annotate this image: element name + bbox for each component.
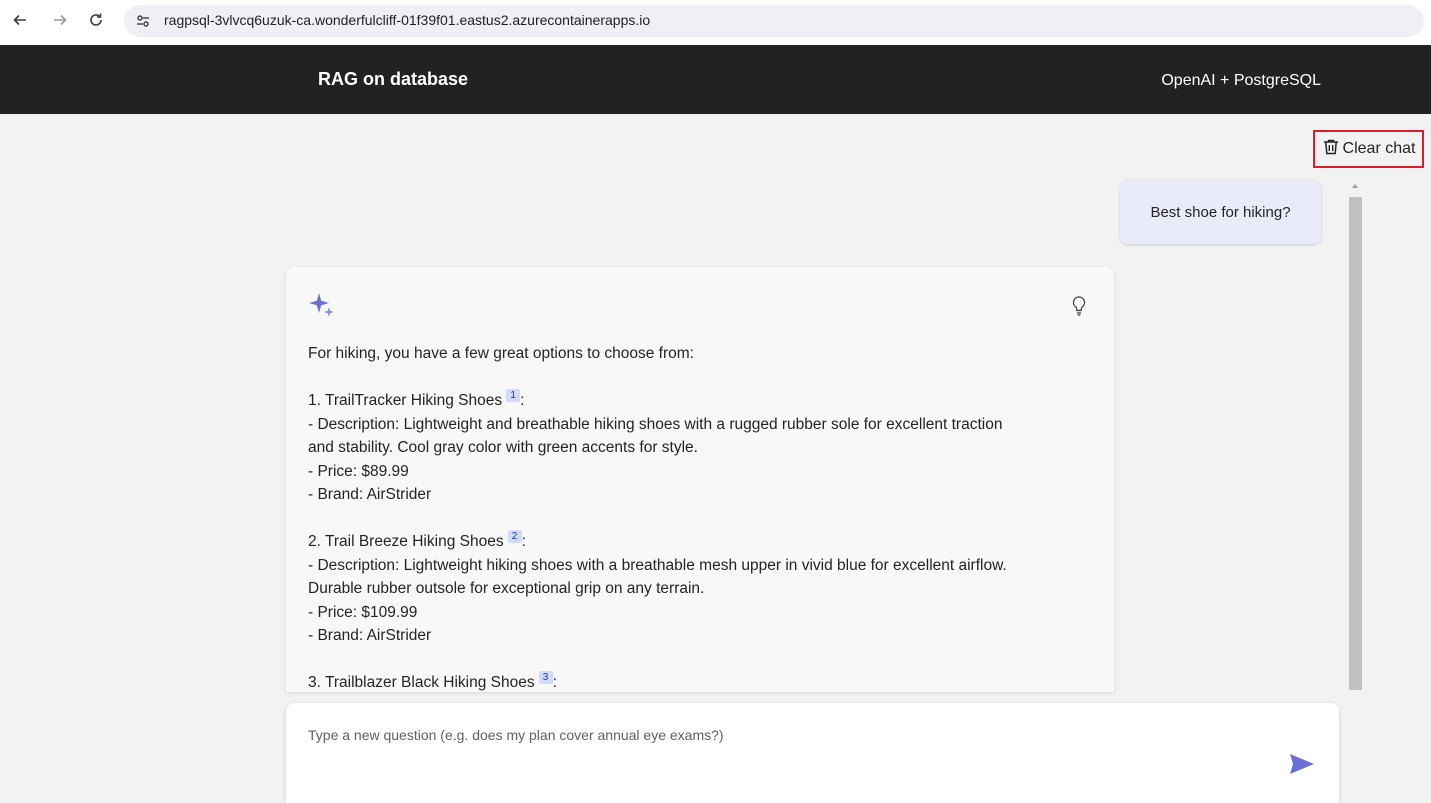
answer-item-title: 1. TrailTracker Hiking Shoes 1:	[308, 389, 525, 409]
citation-badge[interactable]: 1	[506, 389, 521, 402]
citation-badge[interactable]: 2	[507, 530, 522, 543]
answer-item-brand: - Brand: AirStrider	[308, 486, 432, 503]
citation-badge[interactable]: 3	[538, 671, 553, 684]
chat-scrollbar[interactable]	[1348, 182, 1363, 690]
answer-item-brand: - Brand: AirStrider	[308, 627, 432, 644]
address-bar[interactable]: ragpsql-3vlvcq6uzuk-ca.wonderfulcliff-01…	[124, 5, 1424, 37]
question-input-container	[286, 703, 1339, 803]
browser-toolbar: ragpsql-3vlvcq6uzuk-ca.wonderfulcliff-01…	[0, 0, 1431, 45]
send-icon[interactable]	[1289, 753, 1315, 775]
forward-arrow-icon[interactable]	[48, 8, 72, 32]
answer-item-price: - Price: $89.99	[308, 462, 409, 480]
clear-chat-button[interactable]: Clear chat	[1313, 130, 1424, 168]
answer-item-description: Durable rubber outsole for exceptional g…	[308, 580, 705, 597]
clear-chat-label: Clear chat	[1342, 140, 1416, 157]
answer-text: For hiking, you have a few great options…	[308, 342, 1098, 692]
question-input[interactable]	[306, 725, 1260, 769]
sparkle-icon	[309, 293, 334, 317]
answer-intro: For hiking, you have a few great options…	[308, 345, 694, 362]
answer-item-title: 2. Trail Breeze Hiking Shoes 2:	[308, 530, 526, 550]
back-arrow-icon[interactable]	[8, 8, 32, 32]
app-title: RAG on database	[318, 69, 469, 89]
app-subtitle: OpenAI + PostgreSQL	[1161, 72, 1321, 89]
lightbulb-icon[interactable]	[1070, 295, 1088, 317]
answer-item-price: - Price: $109.99	[308, 603, 418, 621]
reload-icon[interactable]	[84, 8, 108, 32]
answer-item-title: 3. Trailblazer Black Hiking Shoes 3:	[308, 671, 557, 691]
url-text: ragpsql-3vlvcq6uzuk-ca.wonderfulcliff-01…	[164, 12, 651, 28]
app-header: RAG on database OpenAI + PostgreSQL	[0, 45, 1431, 114]
user-message-text: Best shoe for hiking?	[1150, 203, 1291, 221]
user-message-bubble: Best shoe for hiking?	[1120, 180, 1321, 244]
scroll-up-arrow-icon[interactable]	[1352, 184, 1358, 188]
answer-item-description: and stability. Cool gray color with gree…	[308, 439, 698, 456]
trash-icon	[1322, 138, 1340, 161]
site-settings-icon[interactable]	[134, 12, 152, 30]
answer-item-description: - Description: Lightweight and breathabl…	[308, 415, 1003, 433]
answer-card: For hiking, you have a few great options…	[286, 267, 1114, 692]
scrollbar-thumb[interactable]	[1349, 197, 1362, 690]
answer-item-description: - Description: Lightweight hiking shoes …	[308, 556, 1007, 574]
